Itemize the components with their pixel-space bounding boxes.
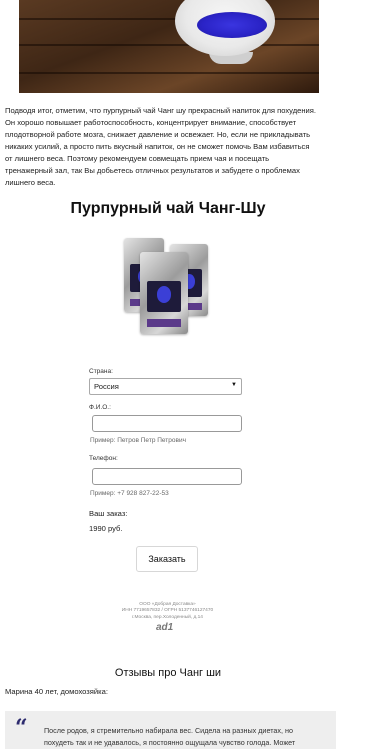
wood-grain bbox=[19, 72, 319, 74]
wood-grain bbox=[19, 44, 319, 46]
company-address: г.Москва, пер.Холоденный, д.14 bbox=[132, 614, 203, 620]
product-title: Пурпурный чай Чанг-Шу bbox=[70, 200, 266, 217]
product-image-packs bbox=[120, 236, 212, 334]
country-select[interactable]: Россия ▼ bbox=[89, 378, 242, 395]
order-label: Ваш заказ: bbox=[89, 509, 128, 518]
phone-label: Телефон: bbox=[89, 455, 118, 462]
reviewer-name: Марина 40 лет, домохозяйка: bbox=[5, 687, 108, 696]
country-value: Россия bbox=[94, 382, 119, 391]
blue-tea bbox=[197, 12, 267, 38]
phone-hint: Пример: +7 928 827-22-53 bbox=[90, 490, 169, 497]
quote-icon: “ bbox=[15, 715, 28, 741]
name-label: Ф.И.О.: bbox=[89, 404, 111, 411]
name-hint: Пример: Петров Петр Петрович bbox=[90, 437, 186, 444]
intro-paragraph: Подводя итог, отметим, что пурпурный чай… bbox=[5, 106, 317, 187]
company-info: ООО «Добрая Доставка» ИНН 7719657832 / О… bbox=[100, 602, 235, 621]
order-button[interactable]: Заказать bbox=[136, 546, 198, 572]
hero-image-tea-bowl bbox=[19, 0, 319, 93]
review-card: “ После родов, я стремительно набирала в… bbox=[5, 711, 336, 749]
name-field[interactable] bbox=[92, 415, 242, 432]
review-text: После родов, я стремительно набирала вес… bbox=[44, 726, 296, 747]
phone-field[interactable] bbox=[92, 468, 242, 485]
ad1-logo[interactable]: ad1 bbox=[156, 622, 173, 633]
order-form: Страна: Россия ▼ Ф.И.О.: Пример: Петров … bbox=[89, 368, 249, 533]
price: 1990 руб. bbox=[89, 524, 123, 533]
chevron-down-icon: ▼ bbox=[231, 382, 237, 388]
country-label: Страна: bbox=[89, 368, 113, 375]
tea-pack-front bbox=[140, 252, 188, 334]
reviews-title: Отзывы про Чанг ши bbox=[114, 667, 222, 679]
